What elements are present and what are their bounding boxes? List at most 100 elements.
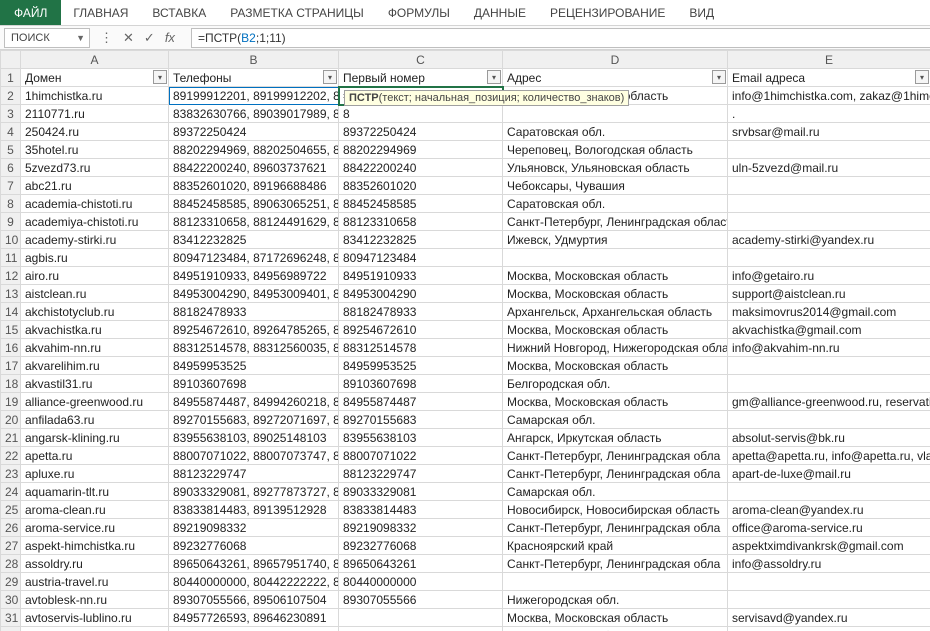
- formula-bar[interactable]: =ПСТР(B2;1;11): [191, 28, 930, 48]
- cell[interactable]: [728, 195, 930, 213]
- cell[interactable]: 88123229747: [339, 465, 503, 483]
- cell[interactable]: 84951910933, 84956989722: [169, 267, 339, 285]
- col-header-A[interactable]: A: [21, 51, 169, 69]
- confirm-icon[interactable]: ✓: [144, 30, 155, 46]
- row-header[interactable]: 8: [1, 195, 21, 213]
- cell[interactable]: Санкт-Петербург, Ленинградская обла: [503, 519, 728, 537]
- cell[interactable]: 88123229747: [169, 465, 339, 483]
- cell[interactable]: 89307055566, 89506107504: [169, 591, 339, 609]
- cell[interactable]: gm@alliance-greenwood.ru, reservatic: [728, 393, 930, 411]
- cell[interactable]: 89219098332: [339, 519, 503, 537]
- row-header[interactable]: 26: [1, 519, 21, 537]
- cell[interactable]: 89219098332: [169, 519, 339, 537]
- col-header-D[interactable]: D: [503, 51, 728, 69]
- row-header[interactable]: 31: [1, 609, 21, 627]
- ribbon-tab-view[interactable]: ВИД: [677, 0, 726, 25]
- row-header[interactable]: 4: [1, 123, 21, 141]
- cell[interactable]: 88123310658: [339, 213, 503, 231]
- cell[interactable]: [503, 573, 728, 591]
- header-emails[interactable]: Email адреса▾: [728, 69, 930, 87]
- spreadsheet-grid[interactable]: ПСТР(текст; начальная_позиция; количеств…: [0, 50, 930, 631]
- cell[interactable]: 88202294969: [339, 141, 503, 159]
- cell[interactable]: 8: [339, 105, 503, 123]
- cell[interactable]: 83832630766, 89039017989, 8905: [169, 105, 339, 123]
- cell[interactable]: 89103607698: [169, 375, 339, 393]
- cell[interactable]: 84959953525: [169, 357, 339, 375]
- filter-icon[interactable]: ▾: [712, 70, 726, 84]
- cell[interactable]: [728, 573, 930, 591]
- cell[interactable]: [728, 249, 930, 267]
- row-header[interactable]: 2: [1, 87, 21, 105]
- ribbon-tab-data[interactable]: ДАННЫЕ: [462, 0, 538, 25]
- cell[interactable]: akvarelihim.ru: [21, 357, 169, 375]
- row-header[interactable]: 3: [1, 105, 21, 123]
- cell[interactable]: maksimovrus2014@gmail.com: [728, 303, 930, 321]
- cell[interactable]: 84953004290, 84953009401, 8495: [169, 285, 339, 303]
- cell[interactable]: Москва, Московская область: [503, 609, 728, 627]
- cell[interactable]: academy-stirki.ru: [21, 231, 169, 249]
- cell[interactable]: 89270155683, 89272071697, 8927: [169, 411, 339, 429]
- cell[interactable]: alliance-greenwood.ru: [21, 393, 169, 411]
- cell[interactable]: 89254672610, 89264785265, 8991: [169, 321, 339, 339]
- cell[interactable]: 88007071022, 88007073747, 8812: [169, 447, 339, 465]
- cell[interactable]: angarsk-klining.ru: [21, 429, 169, 447]
- cell[interactable]: akchistotyclub.ru: [21, 303, 169, 321]
- chevron-down-icon[interactable]: ▼: [76, 33, 85, 43]
- cell[interactable]: 1himchistka.ru: [21, 87, 169, 105]
- row-header[interactable]: 22: [1, 447, 21, 465]
- cell[interactable]: Ангарск, Иркутская область: [503, 429, 728, 447]
- cell[interactable]: 88422200240, 89603737621: [169, 159, 339, 177]
- cell[interactable]: absolut-servis@bk.ru: [728, 429, 930, 447]
- cell[interactable]: info@awa-tomsk.ru: [728, 627, 930, 631]
- cell[interactable]: 250424.ru: [21, 123, 169, 141]
- cell[interactable]: 88422200240: [339, 159, 503, 177]
- cell[interactable]: 89199912201, 89199912202, 8919: [169, 87, 339, 105]
- row-header[interactable]: 29: [1, 573, 21, 591]
- cell[interactable]: 88452458585: [339, 195, 503, 213]
- cell[interactable]: [503, 105, 728, 123]
- ribbon-tab-home[interactable]: ГЛАВНАЯ: [61, 0, 140, 25]
- row-header[interactable]: 10: [1, 231, 21, 249]
- cell[interactable]: info@getairo.ru: [728, 267, 930, 285]
- cell[interactable]: [728, 213, 930, 231]
- cell[interactable]: 83833814483, 89139512928: [169, 501, 339, 519]
- row-header[interactable]: 19: [1, 393, 21, 411]
- row-header[interactable]: 30: [1, 591, 21, 609]
- cell[interactable]: 83833814483: [339, 501, 503, 519]
- header-first-number[interactable]: Первый номер▾: [339, 69, 503, 87]
- row-header[interactable]: 21: [1, 429, 21, 447]
- row-header[interactable]: 17: [1, 357, 21, 375]
- cell[interactable]: [339, 627, 503, 631]
- cell[interactable]: 88312514578, 88312560035, 8831: [169, 339, 339, 357]
- cell[interactable]: aspektximdivankrsk@gmail.com: [728, 537, 930, 555]
- cell[interactable]: Красноярский край: [503, 537, 728, 555]
- cell[interactable]: Нижний Новгород, Нижегородская обла: [503, 339, 728, 357]
- cell[interactable]: 88182478933: [169, 303, 339, 321]
- cell[interactable]: aspekt-himchistka.ru: [21, 537, 169, 555]
- cell[interactable]: [728, 375, 930, 393]
- cell[interactable]: 80947123484: [339, 249, 503, 267]
- filter-icon[interactable]: ▾: [153, 70, 167, 84]
- row-header[interactable]: 27: [1, 537, 21, 555]
- cell[interactable]: uln-5zvezd@mail.ru: [728, 159, 930, 177]
- cell[interactable]: Нижегородская обл.: [503, 591, 728, 609]
- row-header[interactable]: 7: [1, 177, 21, 195]
- cell[interactable]: 80440000000, 80442222222, 8095: [169, 573, 339, 591]
- row-header[interactable]: 24: [1, 483, 21, 501]
- name-box[interactable]: ПОИСК ▼: [4, 28, 90, 48]
- ribbon-tab-review[interactable]: РЕЦЕНЗИРОВАНИЕ: [538, 0, 677, 25]
- cell[interactable]: Ульяновск, Ульяновская область: [503, 159, 728, 177]
- cell[interactable]: [339, 609, 503, 627]
- header-address[interactable]: Адрес▾: [503, 69, 728, 87]
- cell[interactable]: apetta@apetta.ru, info@apetta.ru, vla: [728, 447, 930, 465]
- cell[interactable]: avtoservis-lublino.ru: [21, 609, 169, 627]
- cell[interactable]: Самарская обл.: [503, 411, 728, 429]
- cell[interactable]: apluxe.ru: [21, 465, 169, 483]
- cell[interactable]: aroma-clean@yandex.ru: [728, 501, 930, 519]
- cell[interactable]: [728, 357, 930, 375]
- cell[interactable]: austria-travel.ru: [21, 573, 169, 591]
- cell[interactable]: apart-de-luxe@mail.ru: [728, 465, 930, 483]
- row-header[interactable]: 20: [1, 411, 21, 429]
- col-header-C[interactable]: C: [339, 51, 503, 69]
- cell[interactable]: 84957726593, 89646230891: [169, 609, 339, 627]
